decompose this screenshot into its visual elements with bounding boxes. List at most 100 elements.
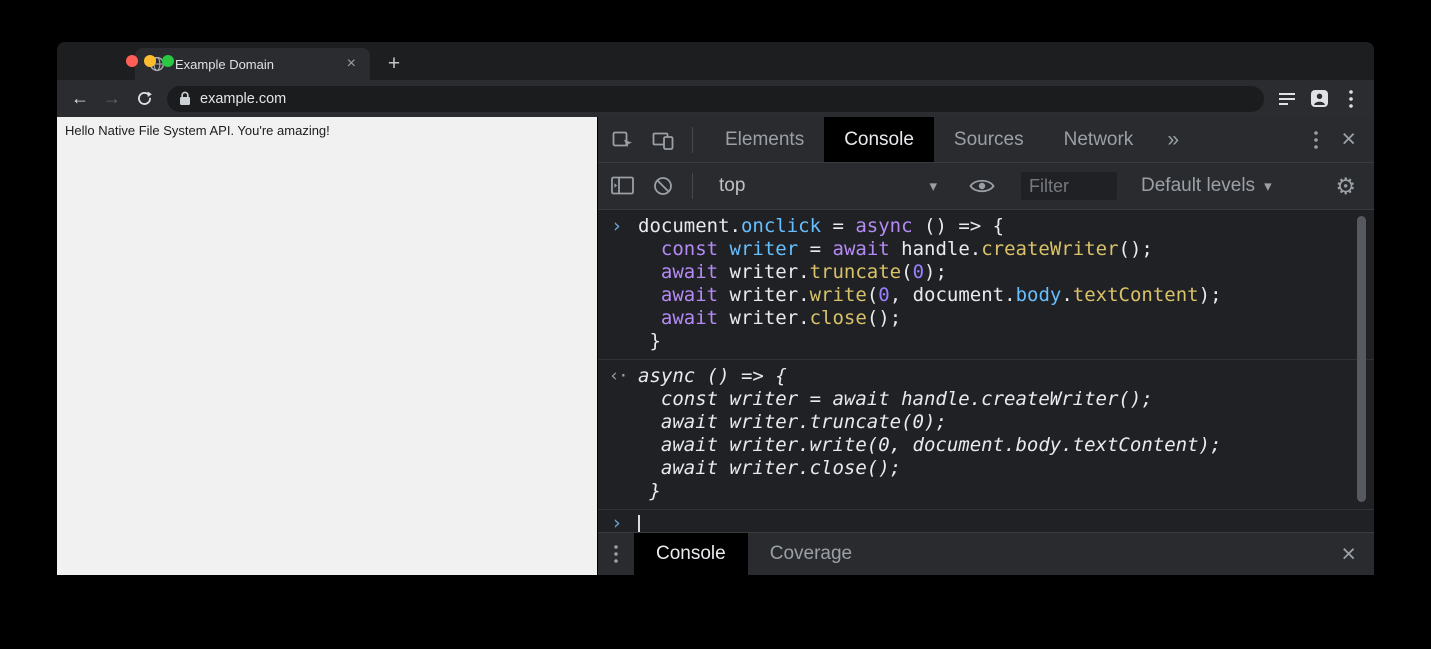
code-line: await writer.close(); <box>638 457 1374 480</box>
code-token: = <box>821 215 855 237</box>
code-line: const writer = await handle.createWriter… <box>638 388 1374 411</box>
devtools-drawer: Console Coverage × <box>598 532 1374 575</box>
console-prompt[interactable]: › <box>598 510 1374 532</box>
code-line: async () => { <box>638 365 1374 388</box>
code-line: } <box>638 480 1374 503</box>
code-token: write <box>810 284 867 306</box>
web-page: Hello Native File System API. You're ama… <box>57 117 597 575</box>
code-token: document. <box>638 215 741 237</box>
divider <box>692 173 693 199</box>
divider <box>692 127 693 153</box>
code-token: await <box>833 238 890 260</box>
filter-input[interactable] <box>1021 172 1117 200</box>
code-token: writer <box>730 238 799 260</box>
code-token: await <box>661 261 718 283</box>
new-tab-button[interactable]: + <box>380 50 408 78</box>
code-token: , document. <box>890 284 1016 306</box>
code-token: body <box>1016 284 1062 306</box>
reload-button[interactable] <box>129 84 159 114</box>
code-line: await writer.truncate(0); <box>638 411 1374 434</box>
settings-gear-icon[interactable]: ⚙ <box>1325 173 1374 200</box>
code-token: = <box>798 238 832 260</box>
code-token: async <box>855 215 912 237</box>
more-tabs-icon[interactable]: » <box>1153 117 1193 162</box>
devtools-tabbar: Elements Console Sources Network » × <box>598 117 1374 163</box>
tab-network[interactable]: Network <box>1044 117 1154 162</box>
code-token: ); <box>924 261 947 283</box>
context-selector[interactable]: top ▾ <box>709 175 947 197</box>
browser-window: Example Domain × + ← → example.com Hel <box>57 42 1374 575</box>
device-toolbar-icon[interactable] <box>648 125 678 155</box>
code-token: await writer.truncate(0); <box>638 411 947 433</box>
tab-elements[interactable]: Elements <box>705 117 824 162</box>
window-zoom-button[interactable] <box>162 55 174 67</box>
code-token: (); <box>867 307 901 329</box>
code-token: } <box>638 330 661 352</box>
code-token <box>638 238 661 260</box>
code-token: truncate <box>810 261 902 283</box>
address-bar[interactable]: example.com <box>167 86 1264 112</box>
profile-icon[interactable] <box>1304 84 1334 114</box>
devtools-close-icon[interactable]: × <box>1331 117 1374 162</box>
code-line: await writer.write(0, document.body.text… <box>638 284 1374 307</box>
code-token: ); <box>1199 284 1222 306</box>
drawer-close-icon[interactable]: × <box>1323 533 1374 575</box>
lock-icon <box>179 91 191 106</box>
code-token: const <box>661 238 718 260</box>
code-token: writer. <box>718 261 810 283</box>
code-token: (); <box>1119 238 1153 260</box>
content-area: Hello Native File System API. You're ama… <box>57 117 1374 575</box>
console-message-result: ‹·async () => { const writer = await han… <box>598 360 1374 510</box>
drawer-tab-coverage[interactable]: Coverage <box>748 533 874 575</box>
code-token: . <box>1061 284 1072 306</box>
console-scrollbar[interactable] <box>1357 216 1366 502</box>
code-token: close <box>810 307 867 329</box>
forward-button[interactable]: → <box>97 84 127 114</box>
tab-close-icon[interactable]: × <box>343 54 360 74</box>
context-selector-value: top <box>719 175 745 197</box>
console-toolbar: top ▾ Default levels ▾ ⚙ <box>598 163 1374 210</box>
console-prompt-chevron-icon: › <box>598 512 638 532</box>
code-token: } <box>638 480 661 502</box>
drawer-tab-console[interactable]: Console <box>634 533 748 575</box>
inspect-element-icon[interactable] <box>608 125 638 155</box>
code-line: await writer.write(0, document.body.text… <box>638 434 1374 457</box>
code-line: const writer = await handle.createWriter… <box>638 238 1374 261</box>
devtools-menu-icon[interactable] <box>1301 131 1331 149</box>
code-line: } <box>638 330 1374 353</box>
log-levels-dropdown[interactable]: Default levels ▾ <box>1141 175 1272 197</box>
levels-dropdown-caret-icon: ▾ <box>1264 177 1272 195</box>
context-dropdown-caret-icon: ▾ <box>929 177 937 195</box>
code-token: writer. <box>718 284 810 306</box>
code-token <box>638 307 661 329</box>
code-token: await <box>661 284 718 306</box>
code-token: ( <box>901 261 912 283</box>
console-result-arrow-icon: ‹· <box>598 365 638 503</box>
clear-console-icon[interactable] <box>648 171 678 201</box>
code-token: onclick <box>741 215 821 237</box>
back-button[interactable]: ← <box>65 84 95 114</box>
window-minimize-button[interactable] <box>144 55 156 67</box>
drawer-menu-icon[interactable] <box>598 533 634 575</box>
code-token <box>638 284 661 306</box>
browser-toolbar: ← → example.com <box>57 80 1374 117</box>
code-token: createWriter <box>981 238 1118 260</box>
code-token: await <box>661 307 718 329</box>
tab-console[interactable]: Console <box>824 117 934 162</box>
console-input-chevron-icon: › <box>598 215 638 353</box>
tab-sources[interactable]: Sources <box>934 117 1044 162</box>
scrollbar-thumb[interactable] <box>1357 216 1366 502</box>
code-token: () => { <box>913 215 1005 237</box>
tab-strip: Example Domain × + <box>57 42 1374 80</box>
page-text: Hello Native File System API. You're ama… <box>65 122 589 140</box>
menu-lines-icon[interactable] <box>1272 84 1302 114</box>
window-close-button[interactable] <box>126 55 138 67</box>
console-sidebar-icon[interactable] <box>608 171 638 201</box>
console-message-command: ›document.onclick = async () => { const … <box>598 210 1374 360</box>
code-token: const writer = await handle.createWriter… <box>638 388 1153 410</box>
tab-title: Example Domain <box>175 57 333 72</box>
code-token: 0 <box>878 284 889 306</box>
browser-menu-icon[interactable] <box>1336 84 1366 114</box>
live-expression-eye-icon[interactable] <box>969 177 995 195</box>
spacer <box>1193 117 1301 162</box>
